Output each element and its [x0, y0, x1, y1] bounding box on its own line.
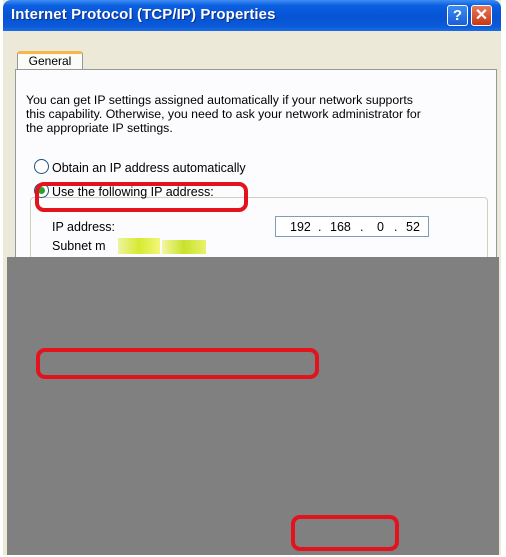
radio-unchecked-icon[interactable] — [34, 159, 49, 174]
highlight-use-following-ip — [35, 182, 248, 212]
redacted-region — [7, 257, 499, 555]
ip-octet-3: 0 — [377, 220, 384, 234]
highlight-annotation — [36, 348, 319, 379]
window-title: Internet Protocol (TCP/IP) Properties — [11, 6, 276, 23]
ip-address-label: IP address: — [52, 220, 116, 234]
description-line: the appropriate IP settings. — [26, 121, 173, 135]
blurred-highlight — [118, 238, 160, 254]
description-line: this capability. Otherwise, you need to … — [26, 107, 421, 121]
highlight-ok-button — [291, 515, 399, 551]
description-text: You can get IP settings assigned automat… — [26, 93, 486, 135]
ip-dot: . — [360, 220, 364, 234]
ip-octet-1: 192 — [290, 220, 311, 234]
tab-general[interactable]: General — [17, 51, 83, 69]
obtain-ip-auto-label: Obtain an IP address automatically — [52, 161, 246, 175]
blurred-highlight — [162, 240, 206, 254]
ip-dot: . — [318, 220, 322, 234]
obtain-ip-auto-option[interactable]: Obtain an IP address automatically — [34, 159, 246, 175]
subnet-mask-label: Subnet m — [52, 239, 106, 253]
description-line: You can get IP settings assigned automat… — [26, 93, 413, 107]
ip-address-input[interactable]: 192 . 168 . 0 . 52 — [275, 216, 429, 237]
help-button[interactable]: ? — [447, 5, 468, 26]
help-icon: ? — [452, 7, 463, 24]
close-button[interactable]: ✕ — [471, 5, 492, 26]
close-icon: ✕ — [474, 7, 489, 24]
ip-octet-2: 168 — [330, 220, 351, 234]
ip-dot: . — [394, 220, 398, 234]
ip-octet-4: 52 — [406, 220, 420, 234]
tab-strip: General — [3, 31, 501, 69]
title-bar[interactable]: Internet Protocol (TCP/IP) Properties ? … — [3, 0, 501, 31]
